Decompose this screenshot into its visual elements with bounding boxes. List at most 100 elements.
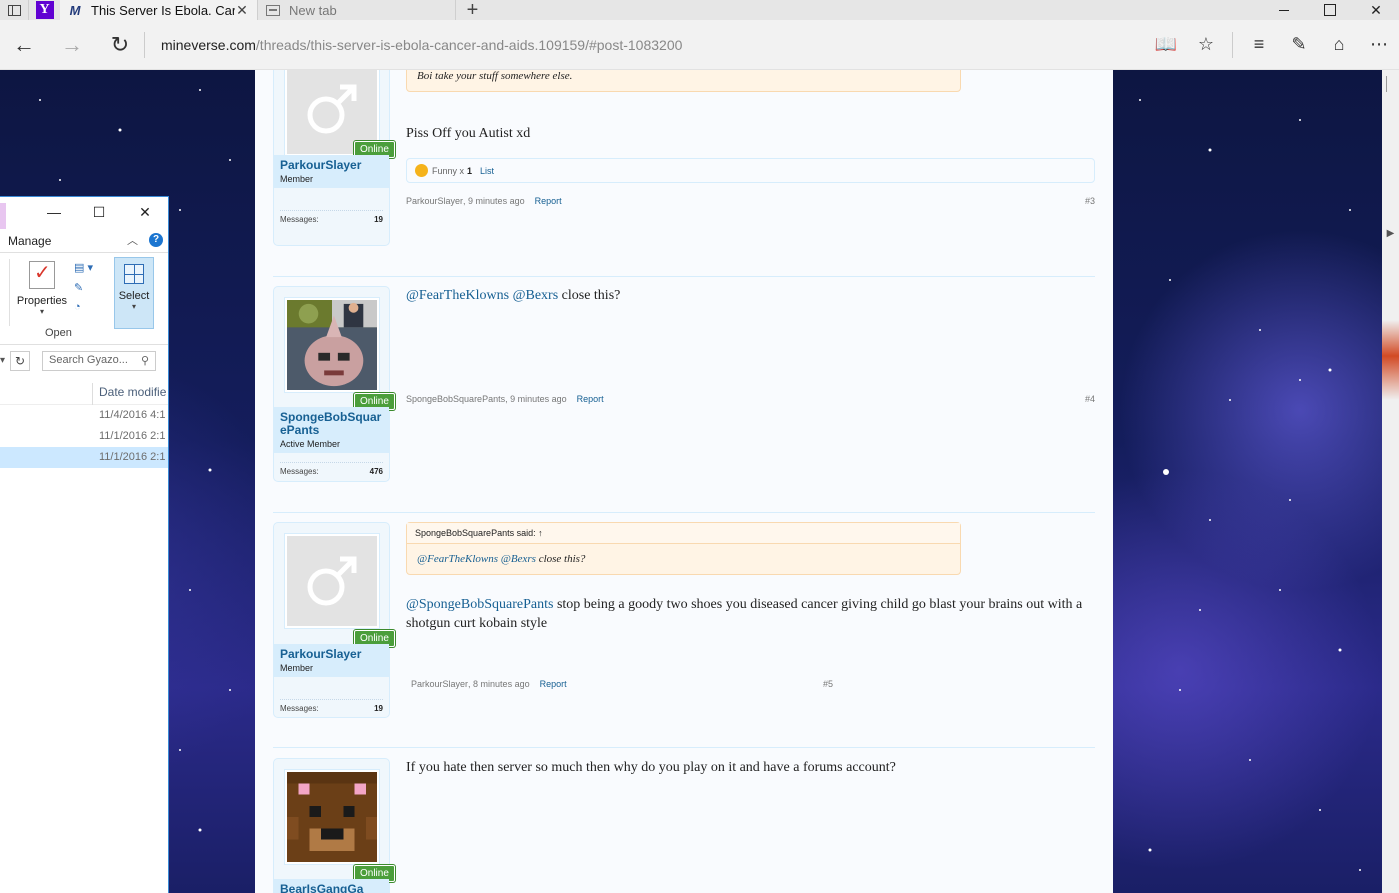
share-icon[interactable]: ⌂ bbox=[1319, 20, 1359, 70]
column-header-date-modified[interactable]: Date modifie bbox=[99, 385, 166, 399]
post-author[interactable]: ParkourSlayer bbox=[406, 196, 463, 206]
report-link[interactable]: Report bbox=[535, 196, 562, 206]
post-3: Online ParkourSlayer Member Messages: 19 … bbox=[273, 70, 1095, 250]
avatar[interactable] bbox=[284, 533, 380, 629]
address-dropdown-icon[interactable]: ▾ bbox=[0, 355, 5, 366]
web-note-icon[interactable]: ✎ bbox=[1279, 20, 1319, 70]
scrollbar-thumb[interactable] bbox=[1386, 76, 1395, 92]
mention-link[interactable]: @FearTheKlowns bbox=[417, 553, 498, 565]
avatar[interactable] bbox=[284, 769, 380, 865]
mention-link[interactable]: @Bexrs bbox=[501, 553, 536, 565]
post-message: @SpongeBobSquarePants stop being a goody… bbox=[406, 595, 1086, 633]
open-icon[interactable]: ▤ ▾ bbox=[74, 261, 102, 277]
post-number[interactable]: #4 bbox=[1085, 394, 1095, 404]
back-button[interactable]: ← bbox=[0, 20, 48, 70]
search-input[interactable]: Search Gyazo... ⚲ bbox=[42, 351, 156, 371]
username-link[interactable]: BearIsGangGa bbox=[280, 883, 383, 893]
username-block: ParkourSlayer Member bbox=[274, 644, 389, 677]
more-icon[interactable]: ⋯ bbox=[1359, 20, 1399, 70]
hub-icon[interactable]: ≡ bbox=[1239, 20, 1279, 70]
funny-rating-icon bbox=[415, 164, 428, 177]
post-meta: SpongeBobSquarePants, 9 minutes ago Repo… bbox=[406, 394, 1095, 404]
select-label: Select bbox=[118, 290, 150, 302]
explorer-minimize-button[interactable]: — bbox=[44, 204, 64, 220]
pinned-tab-yahoo[interactable]: Y bbox=[28, 0, 60, 20]
history-icon[interactable]: ◔ bbox=[74, 301, 102, 317]
yahoo-icon: Y bbox=[35, 1, 54, 19]
address-bar[interactable]: mineverse.com/threads/this-server-is-ebo… bbox=[151, 37, 1146, 53]
collapse-ribbon-icon[interactable]: ︿ bbox=[127, 232, 138, 248]
user-title: Member bbox=[280, 174, 314, 184]
explorer-close-button[interactable]: ✕ bbox=[135, 204, 155, 221]
properties-label: Properties bbox=[16, 295, 68, 307]
mention-link[interactable]: @FearTheKlowns bbox=[406, 288, 509, 303]
user-info-box: Online BearIsGangGa bbox=[273, 758, 395, 893]
properties-icon bbox=[29, 260, 55, 289]
select-button[interactable]: Select ▾ bbox=[114, 257, 154, 329]
properties-dropdown-icon[interactable]: ▾ bbox=[14, 307, 70, 316]
post-author[interactable]: ParkourSlayer bbox=[411, 679, 468, 689]
avatar[interactable] bbox=[284, 297, 380, 393]
message-count-value: 19 bbox=[374, 215, 383, 224]
report-link[interactable]: Report bbox=[540, 679, 567, 689]
post-number[interactable]: #3 bbox=[1085, 196, 1095, 206]
maximize-button[interactable] bbox=[1307, 0, 1353, 20]
quote-text: @FearTheKlowns @Bexrs close this? bbox=[407, 544, 960, 574]
post-author[interactable]: SpongeBobSquarePants bbox=[406, 394, 505, 404]
mention-link[interactable]: @Bexrs bbox=[513, 288, 559, 303]
tab-title: This Server Is Ebola. Car bbox=[91, 2, 235, 18]
close-window-button[interactable]: ✕ bbox=[1353, 0, 1399, 20]
report-link[interactable]: Report bbox=[577, 394, 604, 404]
explorer-refresh-button[interactable]: ↻ bbox=[10, 351, 30, 371]
address-host: mineverse.com bbox=[161, 36, 256, 53]
tab-active[interactable]: M This Server Is Ebola. Car ✕ bbox=[60, 0, 257, 20]
close-tab-icon[interactable]: ✕ bbox=[235, 2, 249, 19]
file-row-selected[interactable]: 11/1/2016 2:1 bbox=[0, 447, 168, 468]
select-dropdown-icon[interactable]: ▾ bbox=[115, 302, 153, 311]
edit-icon[interactable]: ✎ bbox=[74, 281, 102, 297]
post-message: If you hate then server so much then why… bbox=[406, 760, 896, 775]
scroll-right-arrow-icon[interactable]: ▶ bbox=[1382, 222, 1399, 244]
post-time[interactable]: 9 minutes ago bbox=[468, 196, 525, 206]
message-count: Messages: 19 bbox=[280, 699, 383, 713]
properties-button[interactable]: Properties ▾ bbox=[14, 260, 70, 316]
page-scrollbar[interactable] bbox=[1382, 70, 1399, 893]
likes-list-link[interactable]: List bbox=[480, 166, 494, 176]
explorer-maximize-button[interactable]: ☐ bbox=[89, 204, 109, 221]
quote-author[interactable]: SpongeBobSquarePants said: ↑ bbox=[407, 523, 960, 544]
forward-button[interactable]: → bbox=[48, 20, 96, 70]
tab-new-tab[interactable]: New tab bbox=[257, 0, 455, 20]
post-time[interactable]: 8 minutes ago bbox=[473, 679, 530, 689]
tab-preview-icon bbox=[7, 4, 21, 16]
message-count-label: Messages: bbox=[280, 467, 319, 476]
tab-preview-button[interactable] bbox=[0, 0, 28, 20]
quote-text: Boi take your stuff somewhere else. bbox=[417, 70, 573, 82]
likes-bar: Funny x 1 List bbox=[406, 158, 1095, 183]
column-divider[interactable] bbox=[92, 383, 93, 405]
help-icon[interactable]: ? bbox=[149, 233, 163, 247]
username-link[interactable]: ParkourSlayer bbox=[280, 648, 383, 661]
new-tab-button[interactable]: + bbox=[455, 0, 489, 21]
ribbon-tab-manage[interactable]: Manage bbox=[8, 234, 51, 248]
username-link[interactable]: ParkourSlayer bbox=[280, 159, 383, 172]
minimize-button[interactable] bbox=[1261, 0, 1307, 20]
post-body: SpongeBobSquarePants said: ↑ @FearTheKlo… bbox=[406, 522, 1095, 722]
file-row[interactable]: 11/1/2016 2:1 bbox=[0, 426, 168, 447]
mention-link[interactable]: @SpongeBobSquarePants bbox=[406, 597, 553, 612]
window-controls: ✕ bbox=[1261, 0, 1399, 20]
favorite-star-icon[interactable]: ☆ bbox=[1186, 20, 1226, 70]
post-number[interactable]: #5 bbox=[823, 679, 833, 689]
refresh-button[interactable]: ↻ bbox=[96, 20, 144, 70]
post-meta: ParkourSlayer, 9 minutes ago Report #3 bbox=[406, 196, 1095, 206]
file-row[interactable]: 11/4/2016 4:1 bbox=[0, 405, 168, 426]
post-time[interactable]: 9 minutes ago bbox=[510, 394, 567, 404]
post-body: @FearTheKlowns @Bexrs close this? Sponge… bbox=[406, 286, 1095, 486]
quote-block: Boi take your stuff somewhere else. bbox=[406, 70, 961, 92]
browser-toolbar: 📖 ☆ ≡ ✎ ⌂ ⋯ bbox=[1146, 20, 1399, 70]
message-count: Messages: 19 bbox=[280, 210, 383, 224]
bear-face-icon bbox=[287, 772, 377, 862]
male-symbol-icon bbox=[287, 536, 377, 626]
reading-view-icon[interactable]: 📖 bbox=[1146, 20, 1186, 70]
username-link[interactable]: SpongeBobSquarePants bbox=[280, 411, 383, 437]
toolbar-divider bbox=[1232, 31, 1233, 58]
